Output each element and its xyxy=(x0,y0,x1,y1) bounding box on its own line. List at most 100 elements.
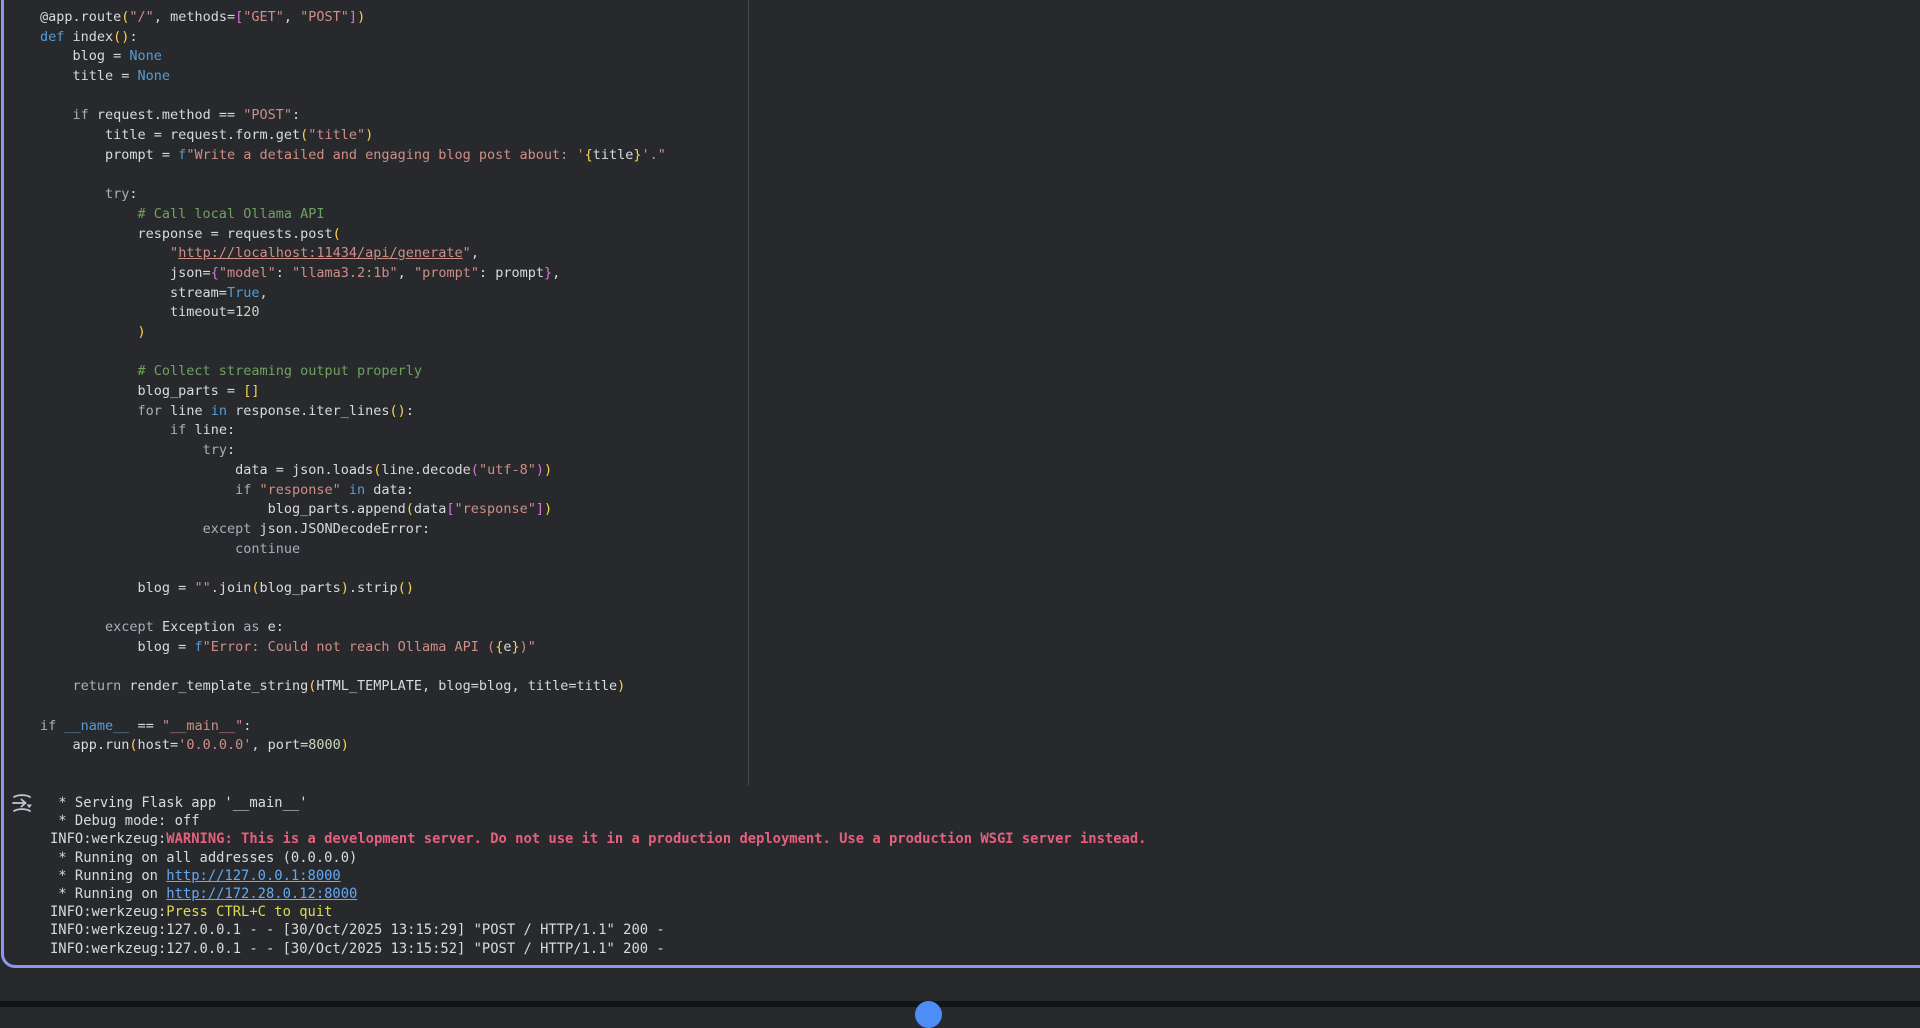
stream-output-icon[interactable] xyxy=(8,790,36,818)
code-token: INFO:werkzeug:127.0.0.1 - - [30/Oct/2025… xyxy=(50,941,665,957)
code-token: Exception xyxy=(154,619,243,635)
code-line[interactable]: except Exception as e: xyxy=(40,618,740,638)
code-editor-pane[interactable]: @app.route("/", methods=["GET", "POST"])… xyxy=(40,8,740,756)
code-line[interactable]: app.run(host='0.0.0.0', port=8000) xyxy=(40,736,740,756)
code-line[interactable]: continue xyxy=(40,540,740,560)
code-token: if xyxy=(170,422,186,438)
code-line[interactable]: timeout=120 xyxy=(40,303,740,323)
code-token: blog_parts xyxy=(259,580,340,596)
code-token xyxy=(40,403,138,419)
code-token xyxy=(40,186,105,202)
code-token xyxy=(40,482,235,498)
code-token: ) xyxy=(617,678,625,694)
code-line[interactable]: if "response" in data: xyxy=(40,481,740,501)
code-token: if xyxy=(235,482,251,498)
code-token: data = json.loads xyxy=(40,462,373,478)
code-token: : xyxy=(243,718,251,734)
code-token: title xyxy=(593,147,634,163)
code-token: response = requests.post xyxy=(40,226,333,242)
code-line[interactable]: blog = None xyxy=(40,47,740,67)
code-line[interactable]: "http://localhost:11434/api/generate", xyxy=(40,244,740,264)
code-token: blog_parts = xyxy=(40,383,243,399)
code-token: f xyxy=(194,639,202,655)
url-link[interactable]: http://172.28.0.12:8000 xyxy=(166,886,357,902)
code-token: * Running on xyxy=(50,886,166,902)
code-token: try xyxy=(203,442,227,458)
code-line[interactable]: try: xyxy=(40,441,740,461)
code-line[interactable]: title = None xyxy=(40,67,740,87)
code-line[interactable] xyxy=(40,697,740,717)
code-line[interactable]: # Collect streaming output properly xyxy=(40,362,740,382)
terminal-line: * Running on http://172.28.0.12:8000 xyxy=(50,885,1550,903)
code-line[interactable] xyxy=(40,343,740,363)
code-token: " xyxy=(463,245,471,261)
code-line[interactable]: stream=True, xyxy=(40,284,740,304)
code-line[interactable]: except json.JSONDecodeError: xyxy=(40,520,740,540)
terminal-output-area: * Serving Flask app '__main__' * Debug m… xyxy=(50,794,1550,958)
code-token: try xyxy=(105,186,129,202)
code-line[interactable]: title = request.form.get("title") xyxy=(40,126,740,146)
code-token xyxy=(341,482,349,498)
code-token: "/" xyxy=(129,9,153,25)
code-line[interactable] xyxy=(40,87,740,107)
code-line[interactable]: prompt = f"Write a detailed and engaging… xyxy=(40,146,740,166)
code-token: blog_parts.append xyxy=(40,501,406,517)
code-line[interactable]: json={"model": "llama3.2:1b", "prompt": … xyxy=(40,264,740,284)
code-token: , xyxy=(398,265,414,281)
code-line[interactable]: response = requests.post( xyxy=(40,225,740,245)
code-line[interactable]: if __name__ == "__main__": xyxy=(40,717,740,737)
code-token: ( xyxy=(129,737,137,753)
code-token xyxy=(40,541,235,557)
terminal-line: INFO:werkzeug:127.0.0.1 - - [30/Oct/2025… xyxy=(50,940,1550,958)
code-line[interactable]: blog = f"Error: Could not reach Ollama A… xyxy=(40,638,740,658)
code-token: if xyxy=(73,107,89,123)
code-line[interactable]: for line in response.iter_lines(): xyxy=(40,402,740,422)
code-line[interactable]: if request.method == "POST": xyxy=(40,106,740,126)
code-token: response.iter_lines xyxy=(227,403,390,419)
code-line[interactable] xyxy=(40,658,740,678)
code-line[interactable]: blog = "".join(blog_parts).strip() xyxy=(40,579,740,599)
code-line[interactable] xyxy=(40,599,740,619)
code-token: except xyxy=(203,521,252,537)
code-line[interactable]: # Call local Ollama API xyxy=(40,205,740,225)
code-token: None xyxy=(138,68,171,84)
url-link[interactable]: http://127.0.0.1:8000 xyxy=(166,868,340,884)
code-token: ( xyxy=(471,462,479,478)
code-line[interactable]: if line: xyxy=(40,421,740,441)
code-line[interactable] xyxy=(40,559,740,579)
terminal-line: INFO:werkzeug:WARNING: This is a develop… xyxy=(50,830,1550,848)
code-token: "POST" xyxy=(300,9,349,25)
code-token: , port= xyxy=(251,737,308,753)
code-line[interactable]: ) xyxy=(40,323,740,343)
code-line[interactable]: blog_parts.append(data["response"]) xyxy=(40,500,740,520)
code-token: ) xyxy=(341,580,349,596)
code-token: "response" xyxy=(259,482,340,498)
code-token: * Debug mode: off xyxy=(50,813,200,829)
code-token: } xyxy=(511,639,519,655)
code-token: @app.route xyxy=(40,9,121,25)
code-token: , methods= xyxy=(154,9,235,25)
bottom-bar xyxy=(0,1001,1920,1007)
code-line[interactable]: blog_parts = [] xyxy=(40,382,740,402)
code-token: "" xyxy=(194,580,210,596)
code-line[interactable]: return render_template_string(HTML_TEMPL… xyxy=(40,677,740,697)
scroll-to-bottom-button[interactable] xyxy=(915,1001,942,1028)
code-token: 120 xyxy=(235,304,259,320)
code-token: 8000 xyxy=(308,737,341,753)
code-token: ) xyxy=(341,737,349,753)
code-token xyxy=(40,521,203,537)
code-token: )" xyxy=(520,639,536,655)
code-line[interactable]: try: xyxy=(40,185,740,205)
code-token: } xyxy=(633,147,641,163)
code-line[interactable]: @app.route("/", methods=["GET", "POST"]) xyxy=(40,8,740,28)
code-token: title = xyxy=(40,68,138,84)
code-token: * Running on xyxy=(50,868,166,884)
terminal-line: * Running on http://127.0.0.1:8000 xyxy=(50,867,1550,885)
code-token: "title" xyxy=(308,127,365,143)
code-token: ) xyxy=(138,324,146,340)
url-string[interactable]: http://localhost:11434/api/generate xyxy=(178,245,462,261)
code-line[interactable] xyxy=(40,166,740,186)
code-line[interactable]: data = json.loads(line.decode("utf-8")) xyxy=(40,461,740,481)
code-line[interactable]: def index(): xyxy=(40,28,740,48)
code-token: # Call local Ollama API xyxy=(40,206,324,222)
